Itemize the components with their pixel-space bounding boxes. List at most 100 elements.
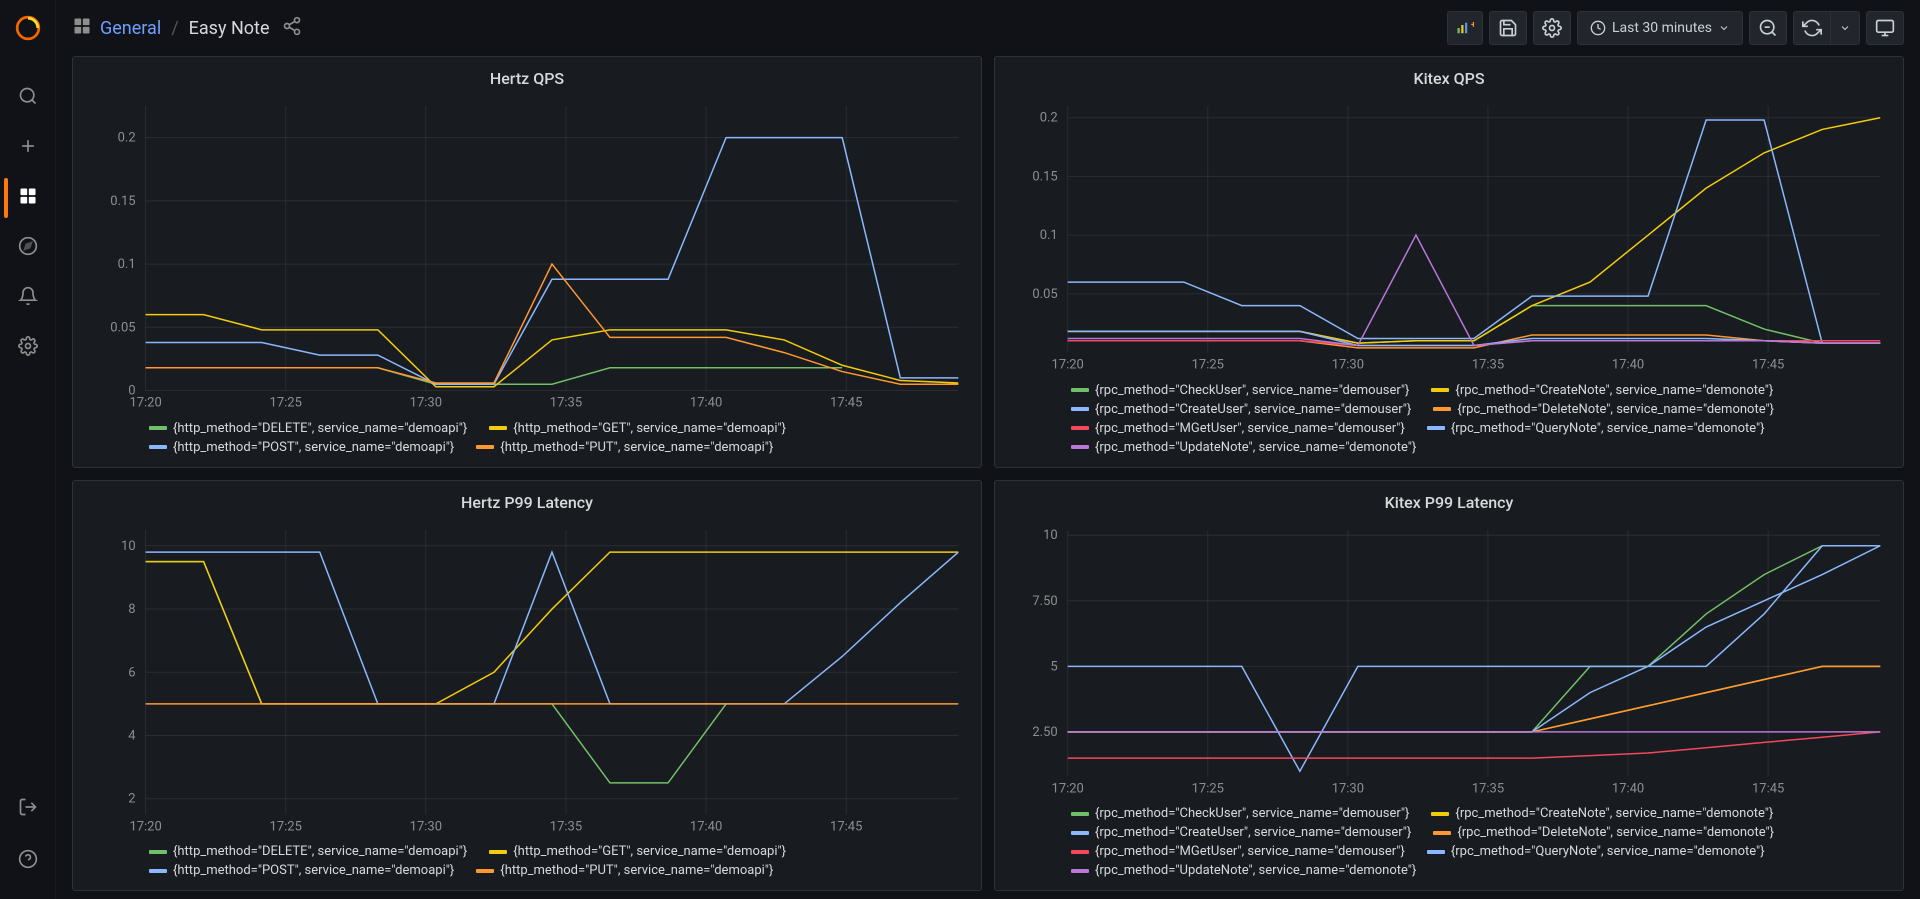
svg-text:5: 5	[1050, 659, 1057, 674]
svg-text:17:35: 17:35	[1472, 358, 1504, 373]
legend-item[interactable]: {rpc_method="CheckUser", service_name="d…	[1071, 383, 1409, 398]
legend-label: {rpc_method="MGetUser", service_name="de…	[1095, 421, 1405, 436]
legend-item[interactable]: {rpc_method="DeleteNote", service_name="…	[1433, 402, 1774, 417]
legend-item[interactable]: {rpc_method="UpdateNote", service_name="…	[1071, 440, 1416, 455]
svg-text:0.15: 0.15	[110, 194, 135, 209]
chart-legend: {http_method="DELETE", service_name="dem…	[81, 838, 971, 882]
dashboards-nav[interactable]	[4, 174, 52, 222]
breadcrumb: General / Easy Note	[100, 18, 270, 39]
legend-item[interactable]: {rpc_method="UpdateNote", service_name="…	[1071, 863, 1416, 878]
legend-item[interactable]: {http_method="POST", service_name="demoa…	[149, 863, 454, 878]
dashboard-settings-button[interactable]	[1533, 11, 1571, 45]
legend-label: {rpc_method="DeleteNote", service_name="…	[1457, 402, 1774, 417]
legend-swatch	[1071, 388, 1089, 392]
legend-item[interactable]: {rpc_method="CreateNote", service_name="…	[1431, 806, 1773, 821]
legend-item[interactable]: {http_method="DELETE", service_name="dem…	[149, 421, 467, 436]
svg-text:0.05: 0.05	[1032, 287, 1057, 302]
help-icon	[18, 849, 38, 873]
time-range-label: Last 30 minutes	[1612, 20, 1712, 36]
legend-label: {http_method="DELETE", service_name="dem…	[173, 421, 467, 436]
svg-text:17:45: 17:45	[830, 819, 862, 834]
plus-icon	[18, 136, 38, 160]
time-range-picker[interactable]: Last 30 minutes	[1577, 11, 1743, 45]
legend-item[interactable]: {rpc_method="CheckUser", service_name="d…	[1071, 806, 1409, 821]
search-icon	[18, 86, 38, 110]
svg-text:0.2: 0.2	[118, 131, 136, 146]
svg-text:17:45: 17:45	[830, 396, 862, 411]
share-icon[interactable]	[282, 16, 302, 40]
panel-kitex_qps[interactable]: Kitex QPS 0.050.10.150.217:2017:2517:301…	[994, 56, 1904, 468]
dashboards-nav-icon[interactable]	[72, 16, 92, 40]
legend-item[interactable]: {http_method="POST", service_name="demoa…	[149, 440, 454, 455]
legend-item[interactable]: {rpc_method="MGetUser", service_name="de…	[1071, 844, 1405, 859]
legend-item[interactable]: {http_method="GET", service_name="demoap…	[489, 421, 786, 436]
grafana-logo[interactable]	[12, 12, 44, 44]
svg-text:10: 10	[1043, 528, 1058, 543]
bell-nav[interactable]	[4, 274, 52, 322]
explore-nav[interactable]	[4, 224, 52, 272]
legend-swatch	[149, 426, 167, 430]
refresh-interval-picker[interactable]	[1830, 11, 1860, 45]
zoom-out-button[interactable]	[1749, 11, 1787, 45]
legend-item[interactable]: {http_method="PUT", service_name="demoap…	[476, 440, 773, 455]
panel-kitex_p99[interactable]: Kitex P99 Latency 2.5057.501017:2017:251…	[994, 480, 1904, 892]
legend-swatch	[1071, 831, 1089, 835]
breadcrumb-folder[interactable]: General	[100, 18, 161, 39]
legend-item[interactable]: {http_method="PUT", service_name="demoap…	[476, 863, 773, 878]
legend-item[interactable]: {rpc_method="CreateNote", service_name="…	[1431, 383, 1773, 398]
legend-item[interactable]: {http_method="GET", service_name="demoap…	[489, 844, 786, 859]
dashboards-icon	[18, 186, 38, 210]
svg-text:0.1: 0.1	[1040, 228, 1058, 243]
legend-swatch	[489, 426, 507, 430]
legend-label: {rpc_method="CreateUser", service_name="…	[1095, 402, 1411, 417]
breadcrumb-dashboard: Easy Note	[189, 18, 270, 39]
legend-swatch	[1071, 445, 1089, 449]
help-nav[interactable]	[4, 837, 52, 885]
legend-item[interactable]: {rpc_method="DeleteNote", service_name="…	[1433, 825, 1774, 840]
svg-text:17:25: 17:25	[270, 819, 302, 834]
svg-text:17:30: 17:30	[410, 819, 442, 834]
add-panel-button[interactable]: +	[1447, 11, 1483, 45]
legend-label: {http_method="POST", service_name="demoa…	[173, 863, 454, 878]
svg-text:17:40: 17:40	[690, 396, 722, 411]
svg-text:17:40: 17:40	[690, 819, 722, 834]
panel-title: Hertz P99 Latency	[73, 481, 981, 518]
panel-title: Kitex QPS	[995, 57, 1903, 94]
refresh-button[interactable]	[1793, 11, 1830, 45]
panel-hertz_qps[interactable]: Hertz QPS 00.050.10.150.217:2017:2517:30…	[72, 56, 982, 468]
svg-text:17:20: 17:20	[1052, 358, 1084, 373]
legend-swatch	[1071, 869, 1089, 873]
legend-swatch	[1431, 388, 1449, 392]
explore-icon	[18, 236, 38, 260]
topbar: General / Easy Note + Last 30 minutes	[56, 0, 1920, 56]
legend-swatch	[1433, 407, 1451, 411]
legend-label: {http_method="PUT", service_name="demoap…	[500, 863, 773, 878]
chart-plot: 2.5057.501017:2017:2517:3017:3517:4017:4…	[1003, 522, 1893, 801]
svg-text:17:45: 17:45	[1752, 781, 1784, 796]
legend-item[interactable]: {http_method="DELETE", service_name="dem…	[149, 844, 467, 859]
bell-icon	[18, 286, 38, 310]
legend-item[interactable]: {rpc_method="QueryNote", service_name="d…	[1427, 421, 1765, 436]
svg-text:0.1: 0.1	[118, 257, 136, 272]
plus-nav[interactable]	[4, 124, 52, 172]
legend-item[interactable]: {rpc_method="CreateUser", service_name="…	[1071, 402, 1411, 417]
view-mode-button[interactable]	[1866, 11, 1904, 45]
panel-title: Hertz QPS	[73, 57, 981, 94]
signin-nav[interactable]	[4, 785, 52, 833]
svg-text:17:20: 17:20	[129, 819, 161, 834]
svg-text:17:20: 17:20	[1052, 781, 1084, 796]
legend-swatch	[1427, 850, 1445, 854]
svg-text:17:25: 17:25	[270, 396, 302, 411]
legend-label: {rpc_method="CreateUser", service_name="…	[1095, 825, 1411, 840]
legend-item[interactable]: {rpc_method="MGetUser", service_name="de…	[1071, 421, 1405, 436]
svg-text:17:40: 17:40	[1612, 781, 1644, 796]
panel-title: Kitex P99 Latency	[995, 481, 1903, 518]
gear-nav[interactable]	[4, 324, 52, 372]
svg-text:17:30: 17:30	[1332, 781, 1364, 796]
legend-label: {rpc_method="DeleteNote", service_name="…	[1457, 825, 1774, 840]
panel-hertz_p99[interactable]: Hertz P99 Latency 24681017:2017:2517:301…	[72, 480, 982, 892]
save-dashboard-button[interactable]	[1489, 11, 1527, 45]
legend-item[interactable]: {rpc_method="QueryNote", service_name="d…	[1427, 844, 1765, 859]
search-nav[interactable]	[4, 74, 52, 122]
legend-item[interactable]: {rpc_method="CreateUser", service_name="…	[1071, 825, 1411, 840]
